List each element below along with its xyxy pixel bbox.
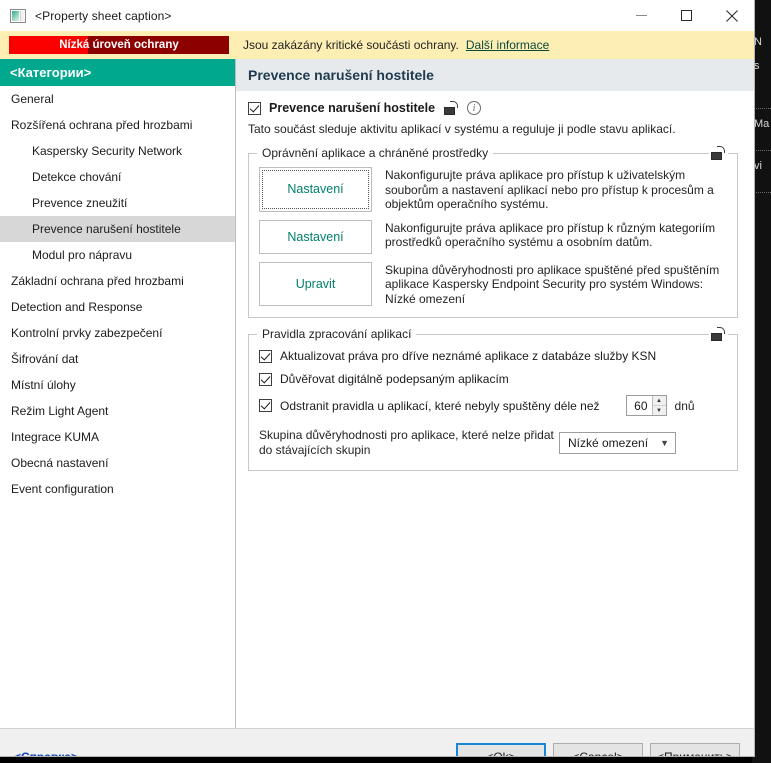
application-rules-title: Pravidla zpracování aplikací [257, 327, 417, 341]
enable-host-intrusion-prevention-row[interactable]: Prevence narušení hostitele i [248, 101, 738, 115]
permissions-row: Upravit Skupina důvěryhodnosti pro aplik… [259, 261, 727, 306]
apply-label-prefix: < [656, 749, 664, 757]
property-sheet-window: <Property sheet caption> Nízká úroveň oc… [0, 0, 755, 757]
more-info-link[interactable]: Další informace [466, 38, 549, 52]
settings-resources-description: Nakonfigurujte práva aplikace pro přístu… [385, 220, 716, 250]
behind-fragment: N [754, 36, 762, 48]
apply-label-accel: П [664, 749, 673, 757]
categories-sidebar: <Категории> General Rozšířená ochrana pře… [0, 59, 236, 728]
delete-rules-checkbox[interactable] [259, 399, 272, 412]
apply-button[interactable]: < Применить> [650, 743, 740, 757]
sidebar-item-kaspersky-security-network[interactable]: Kaspersky Security Network [0, 138, 235, 164]
trust-group-dropdown[interactable]: Nízké omezení ▼ [559, 431, 676, 454]
delete-rules-row[interactable]: Odstranit pravidla u aplikací, které neb… [259, 395, 727, 416]
permissions-row: Nastavení Nakonfigurujte práva aplikace … [259, 167, 727, 212]
edit-trust-group-button[interactable]: Upravit [259, 261, 372, 306]
sidebar-item-prevence-zneu-it[interactable]: Prevence zneužití [0, 190, 235, 216]
sidebar-item-detection-and-response[interactable]: Detection and Response [0, 294, 235, 320]
trust-signed-checkbox[interactable] [259, 372, 272, 386]
unlocked-padlock-icon[interactable] [709, 327, 728, 341]
category-list: General Rozšířená ochrana před hrozbami Ka… [0, 86, 235, 502]
chevron-down-icon: ▼ [660, 437, 669, 448]
delete-rules-days-value[interactable]: 60 [627, 396, 652, 415]
sidebar-item-kontroln-prvky-zabezpe-en[interactable]: Kontrolní prvky zabezpečení [0, 320, 235, 346]
cancel-button[interactable]: <Cancel> [553, 743, 643, 756]
ok-button[interactable]: <Ok> [456, 743, 546, 756]
protection-level-indicator: Nízká úroveň ochrany [9, 36, 229, 54]
delete-rules-days-stepper[interactable]: 60 ▲ ▼ [625, 395, 667, 416]
behind-fragment: vi [754, 160, 762, 172]
sidebar-item-event-configuration[interactable]: Event configuration [0, 476, 235, 502]
window-title: <Property sheet caption> [35, 8, 172, 23]
dialog-footer: <Справка> <Ok> <Cancel> < Применить> [0, 728, 754, 757]
sidebar-item-re-im-light-agent[interactable]: Režim Light Agent [0, 398, 235, 424]
application-permissions-title: Oprávnění aplikace a chráněné prostředky [257, 146, 494, 160]
component-description: Tato součást sleduje aktivitu aplikací v… [248, 122, 676, 136]
sidebar-item-roz-en-ochrana-p-ed-hrozbami[interactable]: Rozšířená ochrana před hrozbami [0, 112, 235, 138]
info-circle-icon[interactable]: i [467, 101, 482, 115]
minimize-icon[interactable] [619, 0, 664, 31]
update-rights-checkbox[interactable] [259, 349, 272, 363]
update-rights-label: Aktualizovat práva pro dříve neznámé apl… [280, 349, 657, 363]
sidebar-item-prevence-naru-en-hostitele[interactable]: Prevence narušení hostitele [0, 216, 235, 242]
edit-trust-group-description: Skupina důvěryhodnosti pro aplikace spuš… [385, 262, 720, 306]
delete-rules-days-unit: dnů [674, 398, 695, 413]
sidebar-item-m-stn-lohy[interactable]: Místní úlohy [0, 372, 235, 398]
permissions-row: Nastavení Nakonfigurujte práva aplikace … [259, 219, 727, 254]
trust-signed-row[interactable]: Důvěřovat digitálně podepsaným aplikacím [259, 372, 727, 386]
protection-warning-bar: Nízká úroveň ochrany Jsou zakázány kriti… [0, 31, 754, 59]
close-icon[interactable] [709, 0, 754, 31]
sidebar-item-general[interactable]: General [0, 86, 235, 112]
window-controls [619, 0, 754, 31]
warning-message: Jsou zakázány kritické součásti ochrany. [243, 38, 459, 52]
title-bar: <Property sheet caption> [0, 0, 754, 31]
protection-level-label: Nízká úroveň ochrany [59, 39, 179, 51]
sidebar-item-modul-pro-n-pravu[interactable]: Modul pro nápravu [0, 242, 235, 268]
sidebar-item-detekce-chov-n[interactable]: Detekce chování [0, 164, 235, 190]
enable-host-intrusion-prevention-checkbox[interactable] [248, 101, 261, 115]
dialog-buttons: <Ok> <Cancel> < Применить> [456, 743, 740, 757]
page-title: Prevence narušení hostitele [236, 59, 754, 91]
stepper-up-icon[interactable]: ▲ [652, 396, 666, 406]
help-link[interactable]: <Справка> [14, 750, 78, 757]
enable-host-intrusion-prevention-label: Prevence narušení hostitele [269, 101, 436, 115]
settings-files-button[interactable]: Nastavení [259, 167, 372, 212]
settings-content-panel: Prevence narušení hostitele Prevence nar… [236, 59, 754, 728]
sidebar-item-obecn-nastaven[interactable]: Obecná nastavení [0, 450, 235, 476]
delete-rules-label: Odstranit pravidla u aplikací, které neb… [280, 398, 600, 413]
application-rules-group: Pravidla zpracování aplikací Aktualizova… [248, 327, 738, 471]
application-permissions-group: Oprávnění aplikace a chráněné prostředky… [248, 146, 738, 318]
categories-header: <Категории> [0, 59, 235, 86]
unlocked-padlock-icon[interactable] [444, 101, 459, 115]
trust-signed-label: Důvěřovat digitálně podepsaným aplikacím [280, 372, 509, 386]
unlocked-padlock-icon[interactable] [709, 146, 728, 160]
trust-group-row: Skupina důvěryhodnosti pro aplikace, kte… [259, 428, 727, 457]
sidebar-item-integrace-kuma[interactable]: Integrace KUMA [0, 424, 235, 450]
trust-group-selected-value: Nízké omezení [568, 435, 649, 450]
sidebar-item-ifrov-n-dat[interactable]: Šifrování dat [0, 346, 235, 372]
behind-fragment: Ma [754, 118, 770, 130]
update-rights-row[interactable]: Aktualizovat práva pro dříve neznámé apl… [259, 349, 727, 363]
apply-label-suffix: рименить> [672, 749, 734, 757]
trust-group-label: Skupina důvěryhodnosti pro aplikace, kte… [259, 428, 554, 457]
maximize-icon[interactable] [664, 0, 709, 31]
stepper-down-icon[interactable]: ▼ [653, 406, 666, 415]
settings-files-description: Nakonfigurujte práva aplikace pro přístu… [385, 168, 714, 211]
properties-window-icon [10, 8, 26, 23]
sidebar-item-z-kladn-ochrana-p-ed-hrozbami[interactable]: Základní ochrana před hrozbami [0, 268, 235, 294]
window-body: <Категории> General Rozšířená ochrana pře… [0, 59, 754, 728]
settings-resources-button[interactable]: Nastavení [259, 219, 372, 254]
